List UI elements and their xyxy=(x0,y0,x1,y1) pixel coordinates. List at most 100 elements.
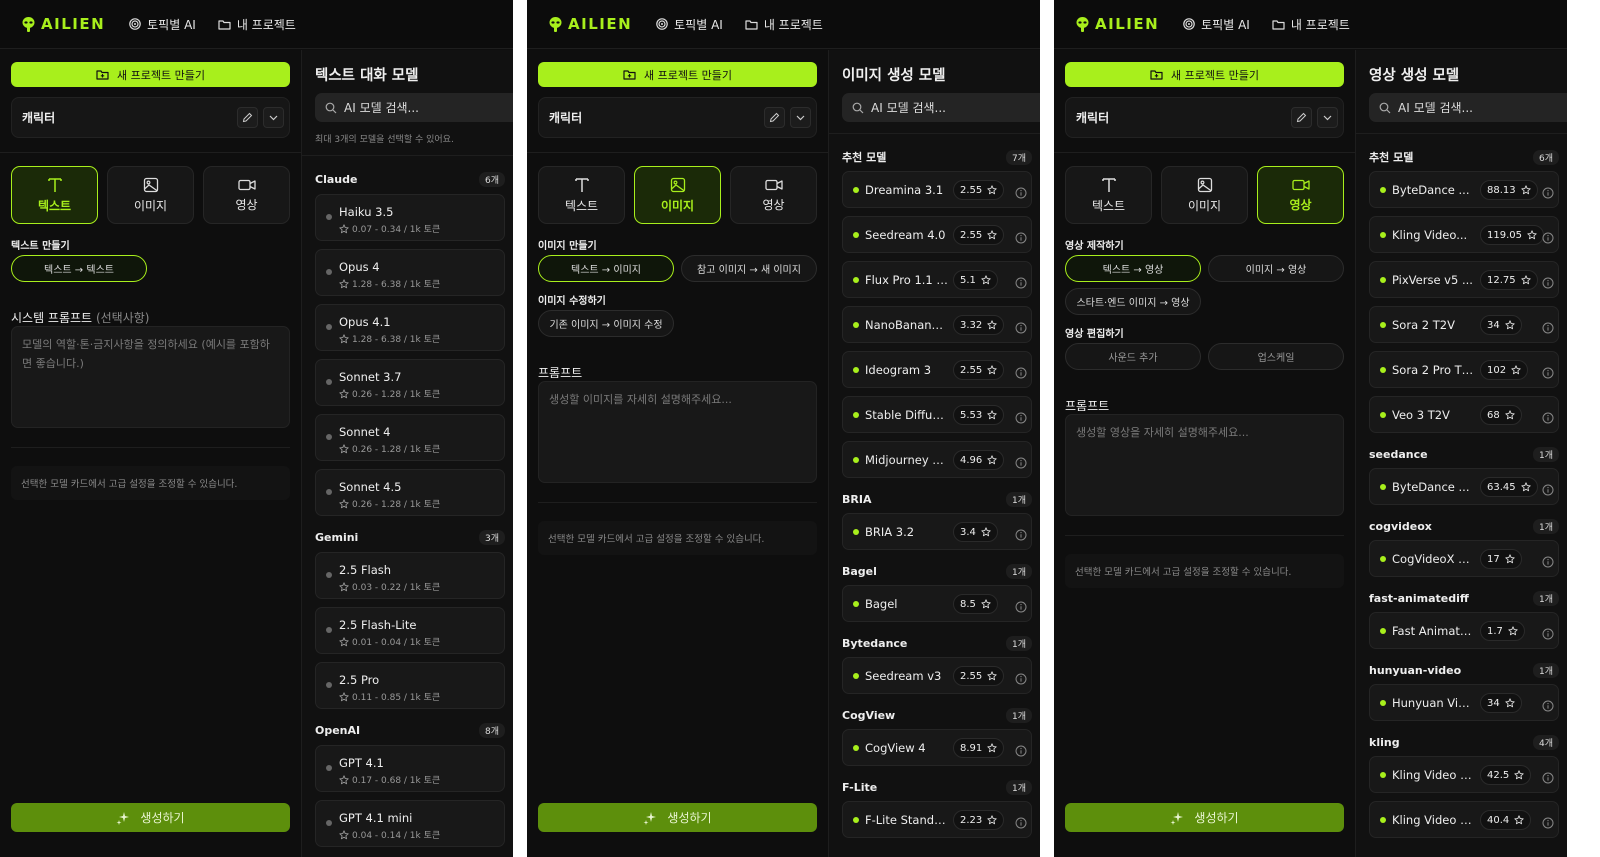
model-info-button[interactable] xyxy=(1542,481,1554,500)
model-score-badge[interactable]: 34 xyxy=(1480,693,1522,713)
model-card[interactable]: Fast AnimateD... 1.7 xyxy=(1369,612,1559,649)
model-info-button[interactable] xyxy=(1542,229,1554,248)
new-project-button[interactable]: 새 프로젝트 만들기 xyxy=(1065,62,1344,87)
model-card[interactable]: Dreamina 3.1 2.55 xyxy=(842,171,1032,208)
nav-topic-ai[interactable]: 토픽별 AI xyxy=(1183,16,1250,33)
model-card[interactable]: Ideogram 3 2.55 xyxy=(842,351,1032,388)
model-card[interactable]: Seedream 4.0 2.55 xyxy=(842,216,1032,253)
model-card[interactable]: 2.5 Flash 0.03 - 0.22 / 1k 토큰 xyxy=(315,552,505,599)
model-score-badge[interactable]: 3.4 xyxy=(953,522,998,542)
model-info-button[interactable] xyxy=(1542,319,1554,338)
model-card[interactable]: F-Lite Standard 2.23 xyxy=(842,801,1032,838)
model-score-badge[interactable]: 5.1 xyxy=(953,270,998,290)
nav-my-projects[interactable]: 내 프로젝트 xyxy=(745,16,823,33)
model-search-input[interactable]: AI 모델 검색... xyxy=(315,93,513,122)
model-score-badge[interactable]: 17 xyxy=(1480,549,1522,569)
model-score-badge[interactable]: 68 xyxy=(1480,405,1522,425)
model-info-button[interactable] xyxy=(1015,526,1027,545)
model-info-button[interactable] xyxy=(1542,697,1554,716)
generate-button[interactable]: 생성하기 xyxy=(11,803,290,832)
model-card[interactable]: 2.5 Pro 0.11 - 0.85 / 1k 토큰 xyxy=(315,662,505,709)
model-card[interactable]: 2.5 Flash-Lite 0.01 - 0.04 / 1k 토큰 xyxy=(315,607,505,654)
option-image-to-video[interactable]: 이미지 → 영상 xyxy=(1208,255,1344,282)
prompt-input[interactable]: 생성할 영상을 자세히 설명해주세요... xyxy=(1065,414,1344,516)
model-card[interactable]: Stable Diffusi... 5.53 xyxy=(842,396,1032,433)
option-upscale[interactable]: 업스케일 xyxy=(1208,343,1344,370)
model-score-badge[interactable]: 4.96 xyxy=(953,450,1005,470)
model-card[interactable]: BRIA 3.2 3.4 xyxy=(842,513,1032,550)
model-card[interactable]: ByteDance ... 63.45 xyxy=(1369,468,1559,505)
new-project-button[interactable]: 새 프로젝트 만들기 xyxy=(11,62,290,87)
nav-my-projects[interactable]: 내 프로젝트 xyxy=(1272,16,1350,33)
model-score-badge[interactable]: 8.5 xyxy=(953,594,998,614)
model-card[interactable]: Sora 2 T2V 34 xyxy=(1369,306,1559,343)
model-score-badge[interactable]: 3.32 xyxy=(953,315,1005,335)
project-dropdown-button[interactable] xyxy=(790,107,811,128)
nav-topic-ai[interactable]: 토픽별 AI xyxy=(656,16,723,33)
model-info-button[interactable] xyxy=(1015,409,1027,428)
model-score-badge[interactable]: 12.75 xyxy=(1480,270,1538,290)
model-info-button[interactable] xyxy=(1015,454,1027,473)
option-text-to-video[interactable]: 텍스트 → 영상 xyxy=(1065,255,1201,282)
model-info-button[interactable] xyxy=(1015,364,1027,383)
model-card[interactable]: CogView 4 8.91 xyxy=(842,729,1032,766)
model-search-input[interactable]: AI 모델 검색... xyxy=(842,93,1040,122)
model-score-badge[interactable]: 8.91 xyxy=(953,738,1005,758)
mode-text-button[interactable]: 텍스트 xyxy=(538,166,625,224)
model-score-badge[interactable]: 63.45 xyxy=(1480,477,1538,497)
model-score-badge[interactable]: 119.05 xyxy=(1480,225,1544,245)
brand-logo[interactable]: AILIEN xyxy=(22,15,105,33)
option-text-to-image[interactable]: 텍스트 → 이미지 xyxy=(538,255,674,282)
option-reference-to-image[interactable]: 참고 이미지 → 새 이미지 xyxy=(681,255,817,282)
model-info-button[interactable] xyxy=(1542,625,1554,644)
new-project-button[interactable]: 새 프로젝트 만들기 xyxy=(538,62,817,87)
model-score-badge[interactable]: 2.55 xyxy=(953,666,1005,686)
model-score-badge[interactable]: 40.4 xyxy=(1480,810,1532,830)
model-score-badge[interactable]: 5.53 xyxy=(953,405,1005,425)
model-card[interactable]: Kling Video v... 40.4 xyxy=(1369,801,1559,838)
option-add-sound[interactable]: 사운드 추가 xyxy=(1065,343,1201,370)
model-card[interactable]: GPT 4.1 0.17 - 0.68 / 1k 토큰 xyxy=(315,745,505,792)
model-info-button[interactable] xyxy=(1015,814,1027,833)
model-card[interactable]: Sonnet 4 0.26 - 1.28 / 1k 토큰 xyxy=(315,414,505,461)
model-card[interactable]: PixVerse v5 ... 12.75 xyxy=(1369,261,1559,298)
mode-video-button[interactable]: 영상 xyxy=(730,166,817,224)
model-card[interactable]: Haiku 3.5 0.07 - 0.34 / 1k 토큰 xyxy=(315,194,505,241)
option-text-to-text[interactable]: 텍스트 → 텍스트 xyxy=(11,255,147,282)
model-info-button[interactable] xyxy=(1015,598,1027,617)
edit-project-button[interactable] xyxy=(764,107,785,128)
model-info-button[interactable] xyxy=(1015,670,1027,689)
model-card[interactable]: NanoBanana:... 3.32 xyxy=(842,306,1032,343)
system-prompt-input[interactable]: 모델의 역할·톤·금지사항을 정의하세요 (예시를 포함하면 좋습니다.) xyxy=(11,326,290,428)
edit-project-button[interactable] xyxy=(1291,107,1312,128)
model-card[interactable]: Seedream v3 2.55 xyxy=(842,657,1032,694)
prompt-input[interactable]: 생성할 이미지를 자세히 설명해주세요... xyxy=(538,381,817,483)
project-dropdown-button[interactable] xyxy=(263,107,284,128)
model-info-button[interactable] xyxy=(1542,409,1554,428)
model-score-badge[interactable]: 1.7 xyxy=(1480,621,1525,641)
model-info-button[interactable] xyxy=(1542,814,1554,833)
model-card[interactable]: Kling Video... 119.05 xyxy=(1369,216,1559,253)
model-score-badge[interactable]: 2.55 xyxy=(953,180,1005,200)
model-info-button[interactable] xyxy=(1542,184,1554,203)
model-info-button[interactable] xyxy=(1015,319,1027,338)
model-card[interactable]: GPT 4.1 mini 0.04 - 0.14 / 1k 토큰 xyxy=(315,800,505,847)
nav-my-projects[interactable]: 내 프로젝트 xyxy=(218,16,296,33)
generate-button[interactable]: 생성하기 xyxy=(538,803,817,832)
mode-image-button[interactable]: 이미지 xyxy=(1161,166,1248,224)
model-card[interactable]: Midjourney 7 ... 4.96 xyxy=(842,441,1032,478)
model-card[interactable]: Opus 4.1 1.28 - 6.38 / 1k 토큰 xyxy=(315,304,505,351)
model-info-button[interactable] xyxy=(1015,742,1027,761)
mode-text-button[interactable]: 텍스트 xyxy=(1065,166,1152,224)
model-card[interactable]: Hunyuan Video... 34 xyxy=(1369,684,1559,721)
option-edit-image[interactable]: 기존 이미지 → 이미지 수정 xyxy=(538,310,674,337)
nav-topic-ai[interactable]: 토픽별 AI xyxy=(129,16,196,33)
model-score-badge[interactable]: 2.55 xyxy=(953,360,1005,380)
model-card[interactable]: Sora 2 Pro T2V 102 xyxy=(1369,351,1559,388)
model-card[interactable]: Sonnet 4.5 0.26 - 1.28 / 1k 토큰 xyxy=(315,469,505,516)
model-info-button[interactable] xyxy=(1015,184,1027,203)
model-info-button[interactable] xyxy=(1542,769,1554,788)
generate-button[interactable]: 생성하기 xyxy=(1065,803,1344,832)
model-card[interactable]: Bagel 8.5 xyxy=(842,585,1032,622)
model-score-badge[interactable]: 42.5 xyxy=(1480,765,1532,785)
